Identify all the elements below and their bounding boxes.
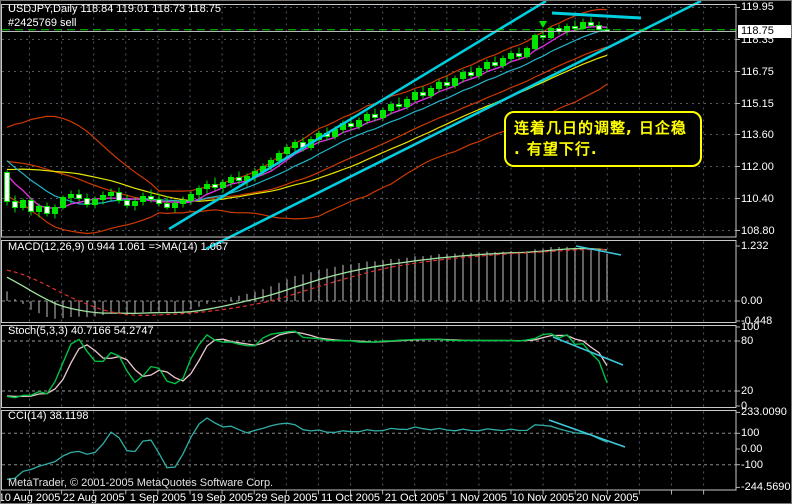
metatrader-chart-window: USDJPY,Daily 118.84 119.01 118.73 118.75… bbox=[0, 0, 792, 504]
axis-label: 20 bbox=[741, 385, 754, 398]
date-label: 19 Sep 2005 bbox=[190, 492, 254, 504]
axis-label: 116.75 bbox=[741, 65, 774, 78]
date-label: 11 Oct 2005 bbox=[320, 492, 381, 504]
axis-label: 119.95 bbox=[741, 1, 774, 14]
axis-label: -244.5690 bbox=[741, 481, 791, 494]
axis-label: 115.15 bbox=[741, 97, 774, 110]
macd-indicator-label: MACD(12,26,9) 0.944 1.061 =>MA(14) 1.067 bbox=[8, 241, 229, 253]
axis-label: 1.232 bbox=[741, 240, 769, 253]
date-label: 1 Nov 2005 bbox=[450, 492, 508, 504]
date-label: 10 Nov 2005 bbox=[511, 492, 575, 504]
annotation-line-1: 连着几日的调整, 日企稳 bbox=[514, 119, 687, 137]
axis-label: 0.00 bbox=[741, 443, 763, 455]
date-label: 1 Sep 2005 bbox=[129, 492, 187, 504]
cci-indicator-label: CCI(14) 38.1198 bbox=[8, 410, 89, 422]
date-label: 21 Oct 2005 bbox=[384, 492, 445, 504]
axis-label: 118.35 bbox=[741, 33, 774, 46]
date-label: 22 Aug 2005 bbox=[62, 492, 125, 504]
order-id-label: #2425769 sell bbox=[8, 17, 77, 29]
axis-label: 80 bbox=[741, 335, 754, 348]
axis-label: 100 bbox=[741, 321, 760, 333]
axis-label: 100 bbox=[741, 427, 760, 440]
date-label: 20 Nov 2005 bbox=[576, 492, 639, 504]
date-label: 29 Sep 2005 bbox=[255, 492, 318, 504]
axis-label: 113.60 bbox=[741, 128, 774, 141]
axis-label: 110.40 bbox=[741, 192, 774, 205]
stoch-indicator-label: Stoch(5,3,3) 40.7166 54.2747 bbox=[8, 325, 154, 337]
axis-label: 112.00 bbox=[741, 160, 774, 173]
axis-label: -100 bbox=[741, 458, 764, 471]
annotation-line-2: . 有望下行. bbox=[514, 140, 598, 158]
axis-label: 233.0090 bbox=[741, 406, 787, 419]
chart-title: USDJPY,Daily 118.84 119.01 118.73 118.75 bbox=[8, 3, 222, 15]
date-label: 10 Aug 2005 bbox=[0, 492, 61, 504]
annotation-box[interactable]: 连着几日的调整, 日企稳 . 有望下行. bbox=[504, 111, 702, 167]
axis-label: 108.80 bbox=[741, 224, 775, 237]
axis-label: 0.00 bbox=[741, 295, 763, 307]
watermark: MetaTrader, © 2001-2005 MetaQuotes Softw… bbox=[8, 477, 274, 489]
